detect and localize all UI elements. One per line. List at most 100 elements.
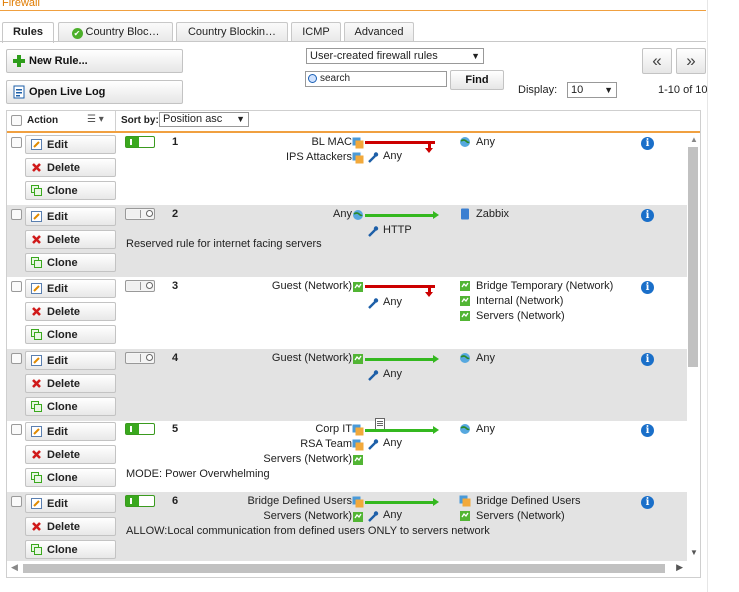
- object-group-icon: [352, 137, 364, 149]
- find-button[interactable]: Find: [450, 70, 504, 90]
- display-count-select[interactable]: 10 ▼: [567, 82, 617, 98]
- scroll-up-icon[interactable]: ▲: [690, 135, 698, 144]
- vertical-scrollbar[interactable]: ▲ ▼: [687, 133, 700, 557]
- display-count-value: 10: [571, 84, 584, 96]
- clone-label: Clone: [47, 401, 78, 413]
- edit-button[interactable]: Edit: [25, 422, 116, 441]
- delete-button[interactable]: Delete: [25, 374, 116, 393]
- tab-country-blocking-1[interactable]: ✔ Country Bloc…: [58, 22, 173, 41]
- info-icon[interactable]: i: [641, 209, 654, 222]
- search-input[interactable]: search: [305, 71, 447, 87]
- delete-button[interactable]: Delete: [25, 230, 116, 249]
- delete-button[interactable]: Delete: [25, 158, 116, 177]
- toggle-on-knob: [126, 424, 139, 434]
- clone-button[interactable]: Clone: [25, 468, 116, 487]
- previous-page-button[interactable]: «: [642, 48, 672, 74]
- select-all-checkbox[interactable]: [11, 115, 22, 126]
- server-icon: [459, 208, 471, 220]
- info-icon[interactable]: i: [641, 353, 654, 366]
- tab-underline: [0, 41, 706, 42]
- edit-button[interactable]: Edit: [25, 351, 116, 370]
- edit-button[interactable]: Edit: [25, 135, 116, 154]
- drop-arrow: [365, 141, 435, 144]
- edit-label: Edit: [47, 283, 68, 295]
- sort-select[interactable]: Position asc ▼: [159, 112, 249, 127]
- rule-row[interactable]: Edit Delete Clone 2 Any HTTP Zabbix i Reserved r…: [7, 205, 687, 277]
- new-rule-button[interactable]: New Rule...: [6, 49, 183, 73]
- info-icon[interactable]: i: [641, 424, 654, 437]
- info-icon[interactable]: i: [641, 137, 654, 150]
- column-menu-icon[interactable]: ☰ ▾: [87, 114, 104, 125]
- rules-grid: Action ☰ ▾ Sort by: Position asc ▼ Edit De…: [6, 110, 701, 578]
- clone-button[interactable]: Clone: [25, 540, 116, 559]
- vertical-scroll-thumb[interactable]: [688, 147, 698, 367]
- rule-row[interactable]: Edit Delete Clone 1 BL MAC IPS Attackers Any An…: [7, 133, 687, 205]
- delete-button[interactable]: Delete: [25, 445, 116, 464]
- info-icon[interactable]: i: [641, 496, 654, 509]
- rule-service-label: Any: [383, 437, 402, 449]
- delete-button[interactable]: Delete: [25, 302, 116, 321]
- delete-button[interactable]: Delete: [25, 517, 116, 536]
- rule-destination-label: Bridge Defined Users: [476, 495, 581, 507]
- horizontal-scrollbar[interactable]: ◀ ▶: [7, 561, 687, 575]
- tab-country-blocking-2[interactable]: Country Blockin…: [176, 22, 288, 41]
- row-checkbox[interactable]: [11, 281, 22, 292]
- scroll-left-icon[interactable]: ◀: [11, 562, 18, 573]
- scroll-right-icon[interactable]: ▶: [676, 562, 683, 573]
- rule-service-label: Any: [383, 509, 402, 521]
- rule-enabled-toggle[interactable]: [125, 495, 155, 507]
- scroll-down-icon[interactable]: ▼: [690, 548, 698, 557]
- allow-arrow: [365, 358, 435, 361]
- next-page-button[interactable]: »: [676, 48, 706, 74]
- row-checkbox[interactable]: [11, 209, 22, 220]
- clone-button[interactable]: Clone: [25, 181, 116, 200]
- clone-button[interactable]: Clone: [25, 253, 116, 272]
- rule-row[interactable]: Edit Delete Clone 3 Guest (Network) Any Bridge…: [7, 277, 687, 349]
- edit-button[interactable]: Edit: [25, 207, 116, 226]
- tab-advanced[interactable]: Advanced: [344, 22, 414, 41]
- rule-position: 3: [172, 280, 179, 292]
- rule-enabled-toggle[interactable]: [125, 280, 155, 292]
- rule-row[interactable]: Edit Delete Clone 5 Corp IT RSA Team Servers (…: [7, 418, 687, 492]
- toggle-off-knob: [146, 282, 153, 289]
- clone-button[interactable]: Clone: [25, 397, 116, 416]
- row-checkbox[interactable]: [11, 353, 22, 364]
- toggle-on-mark: [130, 139, 132, 145]
- allow-arrow-head: [433, 426, 439, 434]
- search-icon: [308, 74, 317, 83]
- rule-enabled-toggle[interactable]: [125, 423, 155, 435]
- rule-description: ALLOW:Local communication from defined u…: [126, 525, 490, 537]
- display-label: Display:: [518, 84, 558, 96]
- rule-enabled-toggle[interactable]: [125, 136, 155, 148]
- open-live-log-button[interactable]: Open Live Log: [6, 80, 183, 104]
- row-checkbox[interactable]: [11, 496, 22, 507]
- tab-label: ICMP: [302, 26, 330, 38]
- rule-row[interactable]: Edit Delete Clone 6 Bridge Defined Users Serv…: [7, 492, 687, 561]
- toggle-off-knob: [146, 354, 153, 361]
- rule-row[interactable]: Edit Delete Clone 4 Guest (Network) Any Any i: [7, 349, 687, 421]
- network-icon: [352, 511, 364, 523]
- rule-service-label: HTTP: [383, 224, 412, 236]
- allow-arrow: [365, 214, 435, 217]
- row-checkbox[interactable]: [11, 137, 22, 148]
- rule-enabled-toggle[interactable]: [125, 208, 155, 220]
- delete-label: Delete: [47, 521, 81, 533]
- network-icon: [459, 280, 471, 292]
- rule-enabled-toggle[interactable]: [125, 352, 155, 364]
- info-icon[interactable]: i: [641, 281, 654, 294]
- edit-button[interactable]: Edit: [25, 279, 116, 298]
- open-live-log-label: Open Live Log: [29, 86, 106, 98]
- rule-position: 2: [172, 208, 179, 220]
- allow-arrow-head: [433, 498, 439, 506]
- edit-label: Edit: [47, 355, 68, 367]
- horizontal-scroll-thumb[interactable]: [23, 564, 665, 573]
- clone-button[interactable]: Clone: [25, 325, 116, 344]
- tab-rules[interactable]: Rules: [2, 22, 54, 43]
- network-icon: [459, 510, 471, 522]
- rule-filter-select[interactable]: User-created firewall rules ▼: [306, 48, 484, 64]
- edit-button[interactable]: Edit: [25, 494, 116, 513]
- delete-label: Delete: [47, 162, 81, 174]
- tab-icmp[interactable]: ICMP: [291, 22, 341, 41]
- drop-arrow: [365, 285, 435, 288]
- row-checkbox[interactable]: [11, 424, 22, 435]
